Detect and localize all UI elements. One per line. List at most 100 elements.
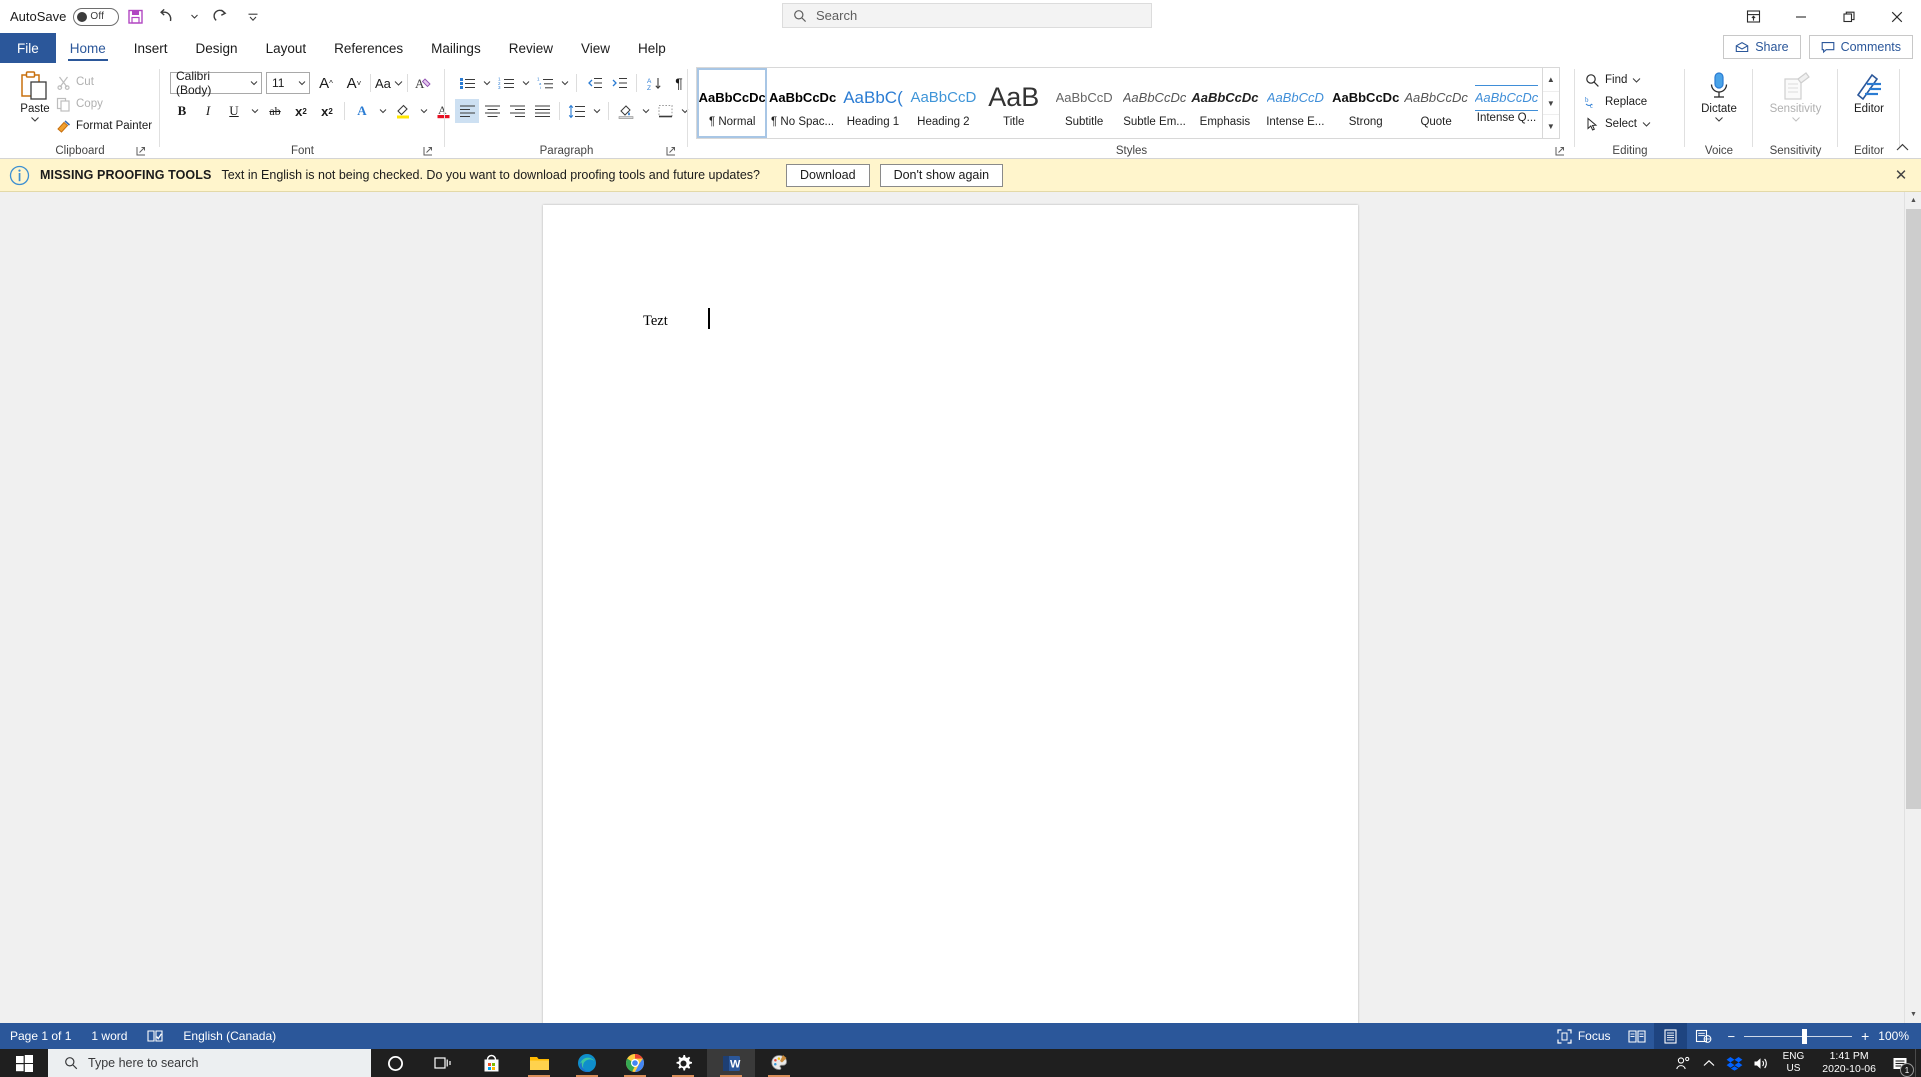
collapse-ribbon-button[interactable]: [1891, 138, 1913, 156]
format-painter-button[interactable]: Format Painter: [56, 115, 152, 137]
style-item-strong[interactable]: AaBbCcDc Strong: [1331, 68, 1401, 138]
align-center-icon[interactable]: [480, 99, 504, 123]
search-input[interactable]: Search: [782, 3, 1152, 28]
sensitivity-button[interactable]: Sensitivity: [1753, 71, 1838, 123]
grow-font-icon[interactable]: A ^: [314, 71, 338, 95]
document-body-text[interactable]: Tezt: [643, 313, 668, 330]
text-highlight-color-icon[interactable]: [391, 99, 415, 123]
styles-dialog-launcher[interactable]: [1555, 144, 1567, 156]
style-item-intense-quote[interactable]: AaBbCcDc Intense Q...: [1471, 68, 1541, 138]
tab-layout[interactable]: Layout: [252, 33, 321, 63]
bold-icon[interactable]: B: [170, 99, 194, 123]
styles-gallery-scroll[interactable]: ▲ ▼ ▼: [1541, 68, 1560, 138]
zoom-in-button[interactable]: +: [1861, 1028, 1869, 1044]
language-indicator[interactable]: ENG US: [1774, 1051, 1814, 1075]
style-item-no-spacing[interactable]: AaBbCcDc ¶ No Spac...: [767, 68, 837, 138]
style-item-title[interactable]: AaB Title: [979, 68, 1049, 138]
web-layout-icon[interactable]: [1687, 1023, 1720, 1049]
select-button[interactable]: Select: [1585, 113, 1651, 135]
dictate-button[interactable]: Dictate: [1685, 71, 1753, 123]
save-icon[interactable]: [119, 3, 151, 31]
sort-icon[interactable]: AZ: [642, 71, 666, 95]
style-item-intense-emphasis[interactable]: AaBbCcD Intense E...: [1260, 68, 1330, 138]
sensitivity-dropdown-icon[interactable]: [1791, 115, 1801, 123]
volume-icon[interactable]: [1748, 1049, 1774, 1077]
gallery-scroll-up-icon[interactable]: ▲: [1542, 68, 1560, 92]
cut-button[interactable]: Cut: [56, 71, 152, 93]
align-right-icon[interactable]: [505, 99, 529, 123]
line-spacing-dropdown-icon[interactable]: [590, 107, 603, 115]
start-button[interactable]: [0, 1049, 48, 1077]
taskbar-search-input[interactable]: Type here to search: [48, 1049, 371, 1077]
bullets-icon[interactable]: [455, 71, 479, 95]
tab-home[interactable]: Home: [56, 33, 120, 63]
zoom-level-label[interactable]: 100%: [1878, 1029, 1909, 1043]
document-page[interactable]: Tezt: [543, 205, 1358, 1023]
numbering-dropdown-icon[interactable]: [519, 79, 532, 87]
line-spacing-icon[interactable]: [565, 99, 589, 123]
comments-button[interactable]: Comments: [1808, 35, 1913, 59]
google-chrome-icon[interactable]: [611, 1049, 659, 1077]
underline-dropdown-icon[interactable]: [248, 107, 261, 115]
tab-review[interactable]: Review: [495, 33, 567, 63]
gallery-more-icon[interactable]: ▼: [1543, 115, 1559, 138]
page-indicator[interactable]: Page 1 of 1: [0, 1023, 81, 1049]
cortana-icon[interactable]: [371, 1049, 419, 1077]
tab-design[interactable]: Design: [182, 33, 252, 63]
paste-dropdown-icon[interactable]: [30, 115, 40, 123]
italic-icon[interactable]: I: [196, 99, 220, 123]
zoom-slider-thumb[interactable]: [1802, 1028, 1808, 1044]
style-item-subtle-emphasis[interactable]: AaBbCcDc Subtle Em...: [1119, 68, 1189, 138]
multilevel-list-icon[interactable]: 1ai: [533, 71, 557, 95]
redo-icon[interactable]: [205, 3, 237, 31]
shading-icon[interactable]: [614, 99, 638, 123]
font-name-combo[interactable]: Calibri (Body): [170, 69, 262, 97]
clipboard-dialog-launcher[interactable]: [136, 144, 148, 156]
ribbon-display-options-icon[interactable]: [1729, 0, 1777, 33]
borders-icon[interactable]: [653, 99, 677, 123]
tab-mailings[interactable]: Mailings: [417, 33, 495, 63]
chevron-down-icon[interactable]: [246, 79, 261, 87]
notification-center-button[interactable]: 1: [1885, 1049, 1915, 1077]
file-explorer-icon[interactable]: [515, 1049, 563, 1077]
close-icon[interactable]: [1873, 0, 1921, 33]
find-button[interactable]: Find: [1585, 69, 1651, 91]
proofing-errors-icon[interactable]: [137, 1023, 173, 1049]
customize-qat-icon[interactable]: [237, 3, 269, 31]
focus-mode-button[interactable]: Focus: [1547, 1023, 1621, 1049]
select-dropdown-icon[interactable]: [1642, 120, 1651, 128]
zoom-out-button[interactable]: −: [1728, 1029, 1736, 1044]
microsoft-edge-icon[interactable]: [563, 1049, 611, 1077]
superscript-icon[interactable]: x2: [315, 99, 339, 123]
styles-gallery[interactable]: AaBbCcDc ¶ Normal AaBbCcDc ¶ No Spac... …: [696, 67, 1560, 139]
decrease-indent-icon[interactable]: [582, 71, 606, 95]
chevron-down-icon[interactable]: [294, 79, 309, 87]
undo-icon[interactable]: [151, 3, 183, 31]
dictate-dropdown-icon[interactable]: [1714, 115, 1724, 123]
minimize-icon[interactable]: [1777, 0, 1825, 33]
font-size-combo[interactable]: 11: [266, 72, 310, 94]
close-notification-icon[interactable]: ✕: [1891, 165, 1911, 185]
paste-button[interactable]: Paste: [8, 69, 62, 123]
justify-icon[interactable]: [530, 99, 554, 123]
shrink-font-icon[interactable]: A ˅: [342, 71, 366, 95]
clock[interactable]: 1:41 PM 2020-10-06: [1813, 1050, 1885, 1076]
document-canvas[interactable]: Tezt: [0, 192, 1921, 1023]
zoom-slider[interactable]: [1744, 1028, 1853, 1044]
align-left-icon[interactable]: [455, 99, 479, 123]
change-case-icon[interactable]: Aa: [375, 71, 403, 95]
gallery-scroll-down-icon[interactable]: ▼: [1542, 92, 1560, 116]
show-hidden-icons-chevron[interactable]: [1696, 1049, 1722, 1077]
zoom-control[interactable]: − + 100%: [1720, 1028, 1921, 1044]
dont-show-again-button[interactable]: Don't show again: [879, 163, 1004, 187]
style-item-heading-2[interactable]: AaBbCcD Heading 2: [908, 68, 978, 138]
subscript-icon[interactable]: x2: [289, 99, 313, 123]
tab-insert[interactable]: Insert: [120, 33, 182, 63]
style-item-subtitle[interactable]: AaBbCcD Subtitle: [1049, 68, 1119, 138]
tab-help[interactable]: Help: [624, 33, 680, 63]
numbering-icon[interactable]: 123: [494, 71, 518, 95]
copy-button[interactable]: Copy: [56, 93, 152, 115]
strikethrough-icon[interactable]: ab: [263, 99, 287, 123]
autosave-toggle[interactable]: Off: [73, 7, 120, 26]
style-item-quote[interactable]: AaBbCcDc Quote: [1401, 68, 1471, 138]
